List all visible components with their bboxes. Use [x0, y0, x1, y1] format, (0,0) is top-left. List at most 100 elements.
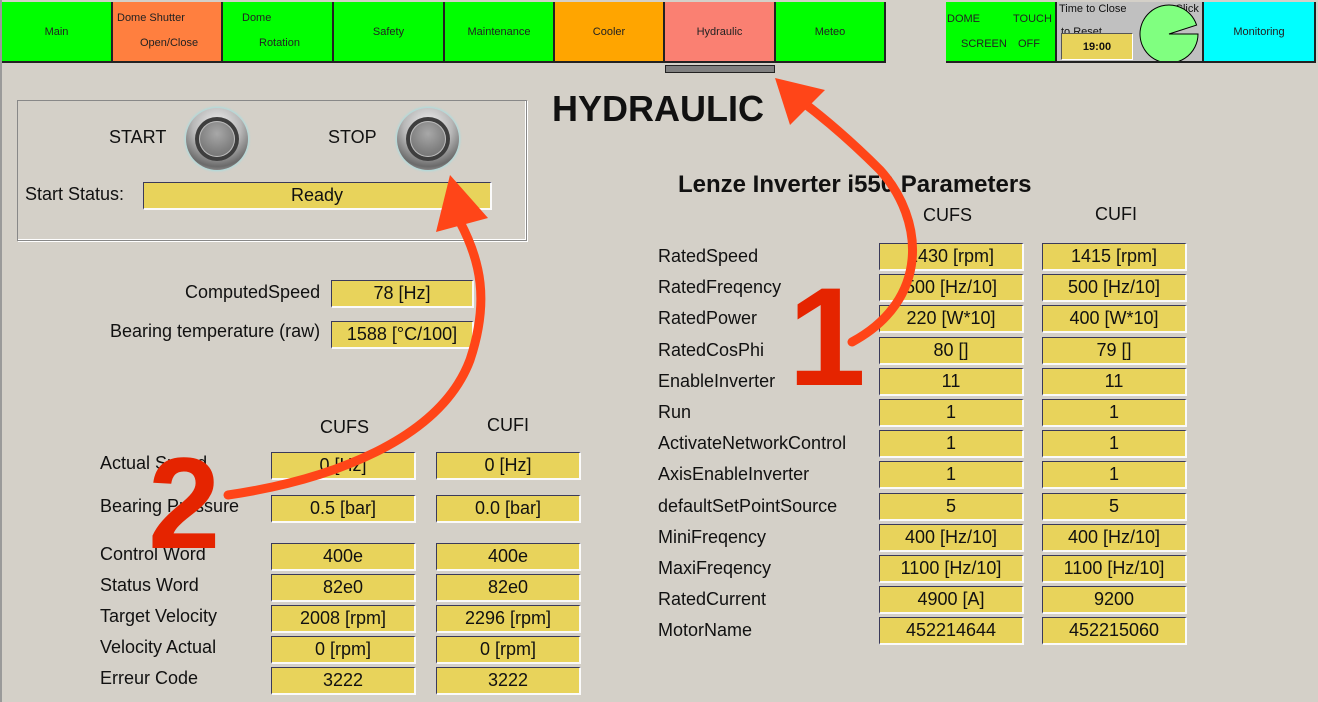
time-to-close-label: Time to Close [1059, 3, 1127, 15]
inverter-row-label-ratedpower: RatedPower [658, 308, 758, 329]
nav-dome-shutter-label-line1: Dome Shutter [117, 12, 185, 24]
nav-hydraulic-button[interactable]: Hydraulic [665, 2, 776, 63]
inverter-row-label-defaultsetpointsource: defaultSetPointSource [658, 495, 838, 516]
inverter-row-cufi-motorname: 452215060 [1042, 617, 1187, 646]
page-title: HYDRAULIC [552, 88, 764, 129]
inverter-row-cufi-defaultsetpointsource: 5 [1042, 492, 1187, 521]
inverter-row-cufs-ratedpower: 220 [W*10] [879, 305, 1024, 334]
nav-meteo-label: Meteo [814, 25, 846, 38]
left-row-cufs-actual-speed: 0 [Hz] [271, 452, 416, 480]
computed-speed-label: ComputedSpeed [185, 282, 321, 302]
annotation-arrowhead-1 [775, 78, 825, 125]
countdown-pie-icon[interactable] [1138, 4, 1200, 63]
bearing-temperature-label: Bearing temperature (raw) [110, 321, 321, 341]
inverter-row-label-ratedcosphi: RatedCosPhi [658, 339, 765, 360]
time-to-close-widget[interactable]: Time to Close to Reset Click 19:00 [1057, 2, 1204, 63]
left-row-cufs-status-word: 82e0 [271, 574, 416, 602]
inverter-row-cufs-ratedfreqency: 500 [Hz/10] [879, 274, 1024, 303]
nav-cooler-button[interactable]: Cooler [555, 2, 665, 63]
nav-dome-rotation-button[interactable]: Dome Rotation [223, 2, 334, 63]
inverter-row-cufs-motorname: 452214644 [879, 617, 1024, 646]
inverter-row-cufi-enableinverter: 11 [1042, 367, 1187, 396]
left-row-cufs-control-word: 400e [271, 543, 416, 571]
nav-main-label: Main [44, 25, 69, 38]
bearing-temperature-value: 1588 [°C/100] [331, 321, 474, 349]
nav-maintenance-label: Maintenance [467, 25, 531, 38]
nav-dome-shutter-button[interactable]: Dome Shutter Open/Close [113, 2, 223, 63]
inverter-row-label-enableinverter: EnableInverter [658, 370, 776, 391]
left-row-label-target-velocity: Target Velocity [100, 606, 218, 626]
start-label: START [109, 127, 167, 147]
nav-safety-button[interactable]: Safety [334, 2, 445, 63]
inverter-row-label-ratedcurrent: RatedCurrent [658, 589, 767, 610]
inverter-row-cufs-ratedspeed: 1430 [rpm] [879, 243, 1024, 271]
stop-button[interactable] [397, 108, 459, 170]
touch-off-label-touch: TOUCH [1013, 13, 1052, 25]
left-row-cufi-erreur-code: 3222 [436, 667, 581, 695]
inverter-row-cufi-maxifreqency: 1100 [Hz/10] [1042, 555, 1187, 583]
active-tab-indicator [665, 65, 775, 73]
inverter-row-cufi-ratedcurrent: 9200 [1042, 586, 1187, 615]
inverter-row-cufi-activatenetworkcontrol: 1 [1042, 430, 1187, 459]
stop-label: STOP [328, 127, 377, 147]
nav-dome-rotation-label-line1: Dome [242, 12, 272, 24]
nav-hydraulic-label: Hydraulic [696, 25, 743, 38]
touch-off-label-off: OFF [1018, 38, 1040, 50]
inverter-row-cufi-minifreqency: 400 [Hz/10] [1042, 523, 1187, 552]
nav-monitoring-button[interactable]: Monitoring [1204, 2, 1316, 63]
left-row-cufs-erreur-code: 3222 [271, 667, 416, 695]
inverter-row-cufs-activatenetworkcontrol: 1 [879, 430, 1024, 459]
inverter-row-cufi-run: 1 [1042, 399, 1187, 427]
start-button[interactable] [186, 108, 248, 170]
inverter-row-label-activatenetworkcontrol: ActivateNetworkControl [658, 433, 847, 454]
inverter-row-cufi-ratedspeed: 1415 [rpm] [1042, 243, 1187, 271]
window-left-edge [0, 0, 2, 702]
left-row-cufi-actual-speed: 0 [Hz] [436, 452, 581, 480]
inverter-row-cufi-ratedfreqency: 500 [Hz/10] [1042, 274, 1187, 303]
left-row-cufi-target-velocity: 2296 [rpm] [436, 605, 581, 633]
touch-off-label-screen: SCREEN [961, 38, 1007, 50]
left-col-header-cufi: CUFI [487, 415, 529, 435]
nav-maintenance-button[interactable]: Maintenance [445, 2, 555, 63]
nav-safety-label: Safety [372, 25, 405, 38]
touch-off-label-dome: DOME [947, 13, 980, 25]
nav-meteo-button[interactable]: Meteo [776, 2, 886, 63]
nav-main-button[interactable]: Main [2, 2, 113, 63]
computed-speed-value: 78 [Hz] [331, 280, 474, 308]
inverter-col-header-cufs: CUFS [923, 205, 972, 225]
left-col-header-cufs: CUFS [320, 417, 369, 437]
inverter-row-cufs-axisenableinverter: 1 [879, 461, 1024, 490]
inverter-row-cufs-run: 1 [879, 399, 1024, 427]
left-row-cufs-target-velocity: 2008 [rpm] [271, 605, 416, 633]
nav-dome-shutter-label-line2: Open/Close [140, 37, 199, 49]
dome-touch-screen-off-button[interactable]: DOME TOUCH SCREEN OFF [946, 2, 1057, 63]
left-row-label-status-word: Status Word [100, 575, 199, 595]
inverter-section-title: Lenze Inverter i550 Parameters [678, 171, 1032, 198]
inverter-row-cufi-axisenableinverter: 1 [1042, 461, 1187, 490]
left-row-label-velocity-actual: Velocity Actual [100, 637, 217, 657]
countdown-pie-slice [1139, 4, 1199, 61]
inverter-row-cufs-ratedcosphi: 80 [] [879, 336, 1024, 365]
nav-monitoring-label: Monitoring [1233, 25, 1285, 38]
left-row-cufi-bearing-pressure: 0.0 [bar] [436, 495, 581, 523]
start-status-label: Start Status: [25, 184, 125, 204]
left-row-cufi-velocity-actual: 0 [rpm] [436, 636, 581, 664]
inverter-row-cufs-enableinverter: 11 [879, 367, 1024, 396]
inverter-row-cufi-ratedcosphi: 79 [] [1042, 336, 1187, 365]
nav-cooler-label: Cooler [592, 25, 626, 38]
inverter-row-cufs-minifreqency: 400 [Hz/10] [879, 523, 1024, 552]
inverter-row-label-maxifreqency: MaxiFreqency [658, 558, 772, 578]
inverter-row-label-motorname: MotorName [658, 620, 753, 641]
left-row-cufs-velocity-actual: 0 [rpm] [271, 636, 416, 664]
left-row-label-bearing-pressure: Bearing Pressure [100, 496, 240, 516]
inverter-row-label-run: Run [658, 402, 692, 422]
inverter-row-label-ratedfreqency: RatedFreqency [658, 277, 782, 298]
left-row-cufs-bearing-pressure: 0.5 [bar] [271, 495, 416, 523]
inverter-row-label-axisenableinverter: AxisEnableInverter [658, 464, 810, 485]
time-to-close-value: 19:00 [1061, 33, 1133, 60]
inverter-row-cufi-ratedpower: 400 [W*10] [1042, 305, 1187, 334]
inverter-row-label-minifreqency: MiniFreqency [658, 526, 767, 547]
left-row-label-actual-speed: Actual Speed [100, 453, 208, 473]
inverter-row-cufs-ratedcurrent: 4900 [A] [879, 586, 1024, 615]
inverter-row-cufs-defaultsetpointsource: 5 [879, 492, 1024, 521]
